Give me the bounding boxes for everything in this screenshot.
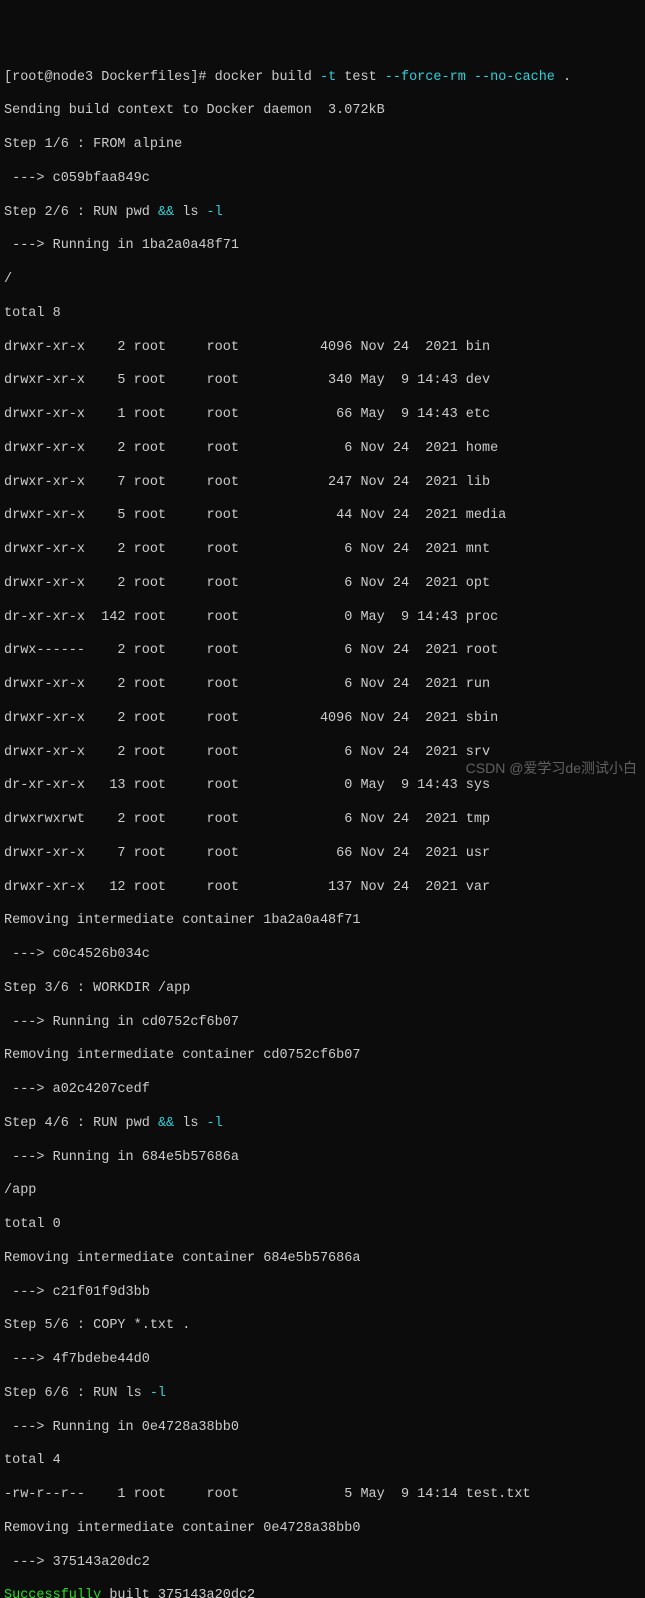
ls-row: drwxr-xr-x 7 root root 247 Nov 24 2021 l… bbox=[4, 475, 641, 492]
output-line: ---> 4f7bdebe44d0 bbox=[4, 1352, 641, 1369]
output-line: / bbox=[4, 272, 641, 289]
ls-row: drwxr-xr-x 12 root root 137 Nov 24 2021 … bbox=[4, 880, 641, 897]
ls-row: drwxr-xr-x 2 root root 4096 Nov 24 2021 … bbox=[4, 340, 641, 357]
output-line: total 0 bbox=[4, 1217, 641, 1234]
output-line: Step 3/6 : WORKDIR /app bbox=[4, 981, 641, 998]
output-line: Step 1/6 : FROM alpine bbox=[4, 137, 641, 154]
ls-row: drwxr-xr-x 2 root root 6 Nov 24 2021 opt bbox=[4, 576, 641, 593]
output-line: ---> c0c4526b034c bbox=[4, 947, 641, 964]
output-line: Removing intermediate container 0e4728a3… bbox=[4, 1521, 641, 1538]
ls-row: drwxr-xr-x 2 root root 6 Nov 24 2021 srv bbox=[4, 745, 641, 762]
cmd: test bbox=[336, 70, 385, 85]
output-line: Removing intermediate container cd0752cf… bbox=[4, 1048, 641, 1065]
operator: && bbox=[158, 1116, 174, 1131]
prompt: [root@node3 Dockerfiles]# bbox=[4, 70, 215, 85]
ls-row: dr-xr-xr-x 13 root root 0 May 9 14:43 sy… bbox=[4, 778, 641, 795]
output-line: Removing intermediate container 684e5b57… bbox=[4, 1251, 641, 1268]
output-line: ---> c059bfaa849c bbox=[4, 171, 641, 188]
ls-row: dr-xr-xr-x 142 root root 0 May 9 14:43 p… bbox=[4, 610, 641, 627]
output-line: ---> 375143a20dc2 bbox=[4, 1555, 641, 1572]
step-text: ls bbox=[174, 1116, 206, 1131]
step-text: ls bbox=[174, 205, 206, 220]
ls-row: drwxr-xr-x 2 root root 6 Nov 24 2021 hom… bbox=[4, 441, 641, 458]
flag: -l bbox=[207, 205, 223, 220]
flag: -l bbox=[150, 1386, 166, 1401]
output-line: Step 6/6 : RUN ls -l bbox=[4, 1386, 641, 1403]
operator: && bbox=[158, 205, 174, 220]
ls-row: drwxr-xr-x 2 root root 6 Nov 24 2021 run bbox=[4, 677, 641, 694]
flag: -l bbox=[207, 1116, 223, 1131]
output-line: ---> c21f01f9d3bb bbox=[4, 1285, 641, 1302]
success-rest: built 375143a20dc2 bbox=[101, 1588, 255, 1598]
output-line: ---> a02c4207cedf bbox=[4, 1082, 641, 1099]
output-line: /app bbox=[4, 1183, 641, 1200]
output-line: Step 2/6 : RUN pwd && ls -l bbox=[4, 205, 641, 222]
ls-row: drwxr-xr-x 5 root root 44 Nov 24 2021 me… bbox=[4, 508, 641, 525]
success-word: Successfully bbox=[4, 1588, 101, 1598]
output-line: Step 5/6 : COPY *.txt . bbox=[4, 1318, 641, 1335]
output-line: Step 4/6 : RUN pwd && ls -l bbox=[4, 1116, 641, 1133]
ls-row: drwxr-xr-x 5 root root 340 May 9 14:43 d… bbox=[4, 373, 641, 390]
output-line: ---> Running in 684e5b57686a bbox=[4, 1150, 641, 1167]
output-line: total 8 bbox=[4, 306, 641, 323]
ls-row: drwxr-xr-x 2 root root 4096 Nov 24 2021 … bbox=[4, 711, 641, 728]
output-line: Sending build context to Docker daemon 3… bbox=[4, 103, 641, 120]
step-text: Step 2/6 : RUN pwd bbox=[4, 205, 158, 220]
step-text: Step 4/6 : RUN pwd bbox=[4, 1116, 158, 1131]
flag: --force-rm --no-cache bbox=[385, 70, 555, 85]
flag: -t bbox=[320, 70, 336, 85]
ls-row: drwxr-xr-x 7 root root 66 Nov 24 2021 us… bbox=[4, 846, 641, 863]
output-line: ---> Running in 0e4728a38bb0 bbox=[4, 1420, 641, 1437]
output-line: ---> Running in cd0752cf6b07 bbox=[4, 1015, 641, 1032]
output-line: Removing intermediate container 1ba2a0a4… bbox=[4, 913, 641, 930]
cmd: docker build bbox=[215, 70, 320, 85]
prompt-line[interactable]: [root@node3 Dockerfiles]# docker build -… bbox=[4, 70, 641, 87]
ls-row: drwxr-xr-x 2 root root 6 Nov 24 2021 mnt bbox=[4, 542, 641, 559]
cmd: . bbox=[555, 70, 571, 85]
ls-row: drwx------ 2 root root 6 Nov 24 2021 roo… bbox=[4, 643, 641, 660]
ls-row: drwxr-xr-x 1 root root 66 May 9 14:43 et… bbox=[4, 407, 641, 424]
step-text: Step 6/6 : RUN ls bbox=[4, 1386, 150, 1401]
output-line: ---> Running in 1ba2a0a48f71 bbox=[4, 238, 641, 255]
success-line: Successfully built 375143a20dc2 bbox=[4, 1588, 641, 1598]
ls-row: drwxrwxrwt 2 root root 6 Nov 24 2021 tmp bbox=[4, 812, 641, 829]
watermark: CSDN @爱学习de测试小白 bbox=[466, 760, 637, 778]
output-line: total 4 bbox=[4, 1453, 641, 1470]
ls-row: -rw-r--r-- 1 root root 5 May 9 14:14 tes… bbox=[4, 1487, 641, 1504]
